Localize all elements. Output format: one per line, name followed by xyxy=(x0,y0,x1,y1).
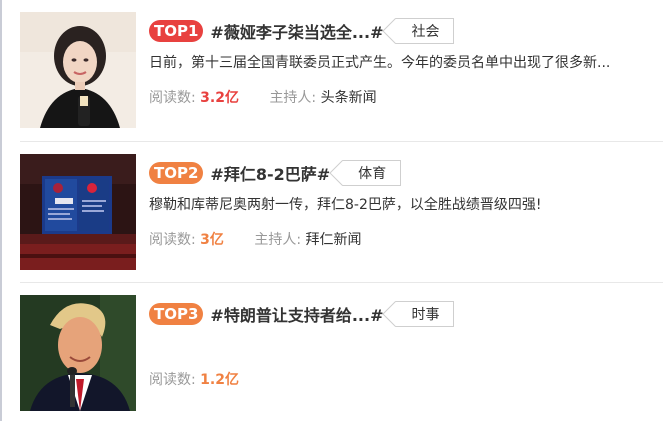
divider xyxy=(20,282,663,283)
topic-meta: 阅读数: 3.2亿 主持人: 头条新闻 xyxy=(149,87,377,107)
host-name[interactable]: 头条新闻 xyxy=(321,90,377,106)
topic-meta: 阅读数: 1.2亿 xyxy=(149,369,239,389)
category-tag[interactable]: 时事 xyxy=(395,301,455,327)
topic-item-2[interactable]: TOP2 #拜仁8-2巴萨# 体育 穆勒和库蒂尼奥两射一传，拜仁8-2巴萨，以全… xyxy=(20,154,663,271)
topic-title[interactable]: #拜仁8-2巴萨# xyxy=(210,161,330,185)
divider xyxy=(20,141,663,142)
host-name[interactable]: 拜仁新闻 xyxy=(306,232,362,248)
topic-thumbnail-2[interactable] xyxy=(20,154,136,270)
topic-description: 日前，第十三届全国青联委员正式产生。今年的委员名单中出现了很多新... xyxy=(149,55,611,71)
read-count-label: 阅读数: xyxy=(149,90,196,106)
read-count-label: 阅读数: xyxy=(149,372,196,388)
topic-item-3[interactable]: TOP3 #特朗普让支持者给...# 时事 阅读数: 1.2亿 xyxy=(20,295,663,412)
topic-title-row-1: TOP1 #薇娅李子柒当选全...# 社会 xyxy=(149,17,455,45)
category-tag[interactable]: 体育 xyxy=(342,160,402,186)
topic-title[interactable]: #薇娅李子柒当选全...# xyxy=(210,19,383,43)
rank-badge: TOP2 xyxy=(149,162,204,184)
topic-title[interactable]: #特朗普让支持者给...# xyxy=(210,302,383,326)
host-label: 主持人: xyxy=(269,90,317,106)
read-count: 3亿 xyxy=(200,232,224,248)
topic-title-row-3: TOP3 #特朗普让支持者给...# 时事 xyxy=(149,300,455,328)
topic-meta: 阅读数: 3亿 主持人: 拜仁新闻 xyxy=(149,229,362,249)
topic-description: 穆勒和库蒂尼奥两射一传，拜仁8-2巴萨，以全胜战绩晋级四强! xyxy=(149,197,542,213)
topic-thumbnail-3[interactable] xyxy=(20,295,136,411)
topic-thumbnail-1[interactable] xyxy=(20,12,136,128)
left-border xyxy=(0,0,2,421)
rank-badge: TOP3 xyxy=(149,303,204,325)
rank-badge: TOP1 xyxy=(149,20,204,42)
category-tag[interactable]: 社会 xyxy=(395,18,455,44)
host-label: 主持人: xyxy=(254,232,302,248)
read-count: 1.2亿 xyxy=(200,372,239,388)
topic-title-row-2: TOP2 #拜仁8-2巴萨# 体育 xyxy=(149,159,402,187)
read-count: 3.2亿 xyxy=(200,90,239,106)
read-count-label: 阅读数: xyxy=(149,232,196,248)
topic-item-1[interactable]: TOP1 #薇娅李子柒当选全...# 社会 日前，第十三届全国青联委员正式产生。… xyxy=(20,12,663,129)
